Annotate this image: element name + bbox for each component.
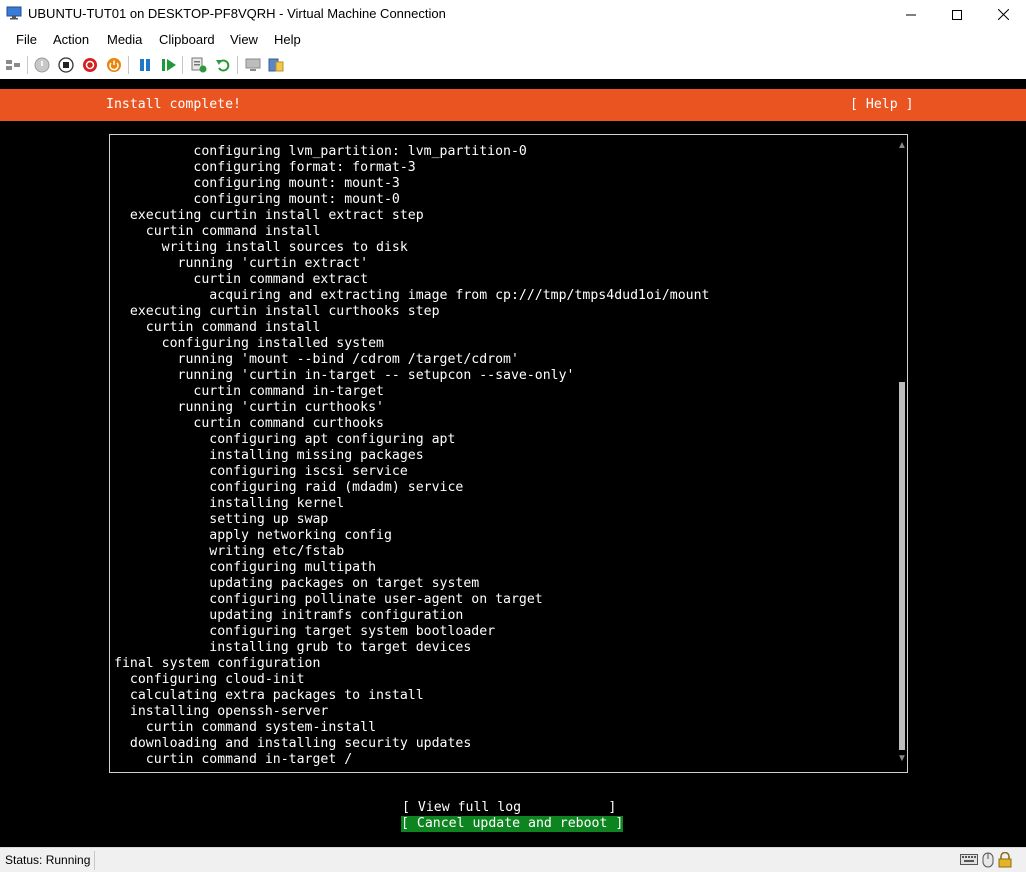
log-scrollbar-thumb[interactable] bbox=[899, 382, 905, 750]
log-line: installing missing packages bbox=[114, 448, 424, 463]
shut-down-icon[interactable] bbox=[82, 57, 98, 73]
menu-clipboard[interactable]: Clipboard bbox=[159, 32, 215, 47]
log-line: curtin command install bbox=[114, 320, 321, 335]
keyboard-icon bbox=[960, 854, 978, 865]
log-line: downloading and installing security upda… bbox=[114, 736, 472, 751]
log-line: configuring cloud-init bbox=[114, 672, 305, 687]
menu-file[interactable]: File bbox=[16, 32, 37, 47]
log-line: installing kernel bbox=[114, 496, 345, 511]
minimize-icon bbox=[906, 14, 916, 15]
log-line: configuring multipath bbox=[114, 560, 377, 575]
scroll-down-arrow-icon[interactable]: ▼ bbox=[897, 754, 907, 764]
log-line: curtin command system-install bbox=[114, 720, 377, 735]
log-line: updating initramfs configuration bbox=[114, 608, 464, 623]
lock-icon bbox=[998, 852, 1012, 868]
log-line: writing install sources to disk bbox=[114, 240, 408, 255]
log-line: configuring pollinate user-agent on targ… bbox=[114, 592, 543, 607]
log-line: configuring installed system bbox=[114, 336, 384, 351]
title-bar[interactable]: UBUNTU-TUT01 on DESKTOP-PF8VQRH - Virtua… bbox=[0, 0, 1026, 29]
log-line: curtin command install bbox=[114, 224, 321, 239]
install-log: configuring lvm_partition: lvm_partition… bbox=[114, 144, 709, 768]
vm-monitor-icon bbox=[6, 6, 22, 20]
log-line: writing etc/fstab bbox=[114, 544, 345, 559]
help-button[interactable]: [ Help ] bbox=[850, 97, 914, 113]
maximize-icon bbox=[952, 9, 962, 20]
ctrl-alt-del-icon[interactable] bbox=[5, 57, 21, 73]
log-line: configuring raid (mdadm) service bbox=[114, 480, 464, 495]
log-line: executing curtin install extract step bbox=[114, 208, 424, 223]
view-full-log-button[interactable]: [ View full log ] bbox=[402, 800, 616, 816]
toolbar-separator bbox=[237, 56, 238, 74]
window-title: UBUNTU-TUT01 on DESKTOP-PF8VQRH - Virtua… bbox=[28, 6, 446, 21]
log-line: curtin command extract bbox=[114, 272, 369, 287]
log-line: final system configuration bbox=[114, 656, 321, 671]
start-icon[interactable] bbox=[34, 57, 50, 73]
mouse-icon bbox=[982, 852, 994, 868]
status-divider bbox=[94, 851, 95, 870]
log-line: configuring mount: mount-0 bbox=[114, 192, 400, 207]
log-line: configuring target system bootloader bbox=[114, 624, 496, 639]
log-line: running 'mount --bind /cdrom /target/cdr… bbox=[114, 352, 519, 367]
enhanced-session-icon[interactable] bbox=[245, 57, 261, 73]
share-icon[interactable] bbox=[268, 57, 284, 73]
log-line: configuring iscsi service bbox=[114, 464, 408, 479]
toolbar-separator bbox=[128, 56, 129, 74]
log-line: acquiring and extracting image from cp:/… bbox=[114, 288, 710, 303]
menu-help[interactable]: Help bbox=[274, 32, 301, 47]
scroll-up-arrow-icon[interactable]: ▲ bbox=[897, 141, 907, 151]
log-line: running 'curtin curthooks' bbox=[114, 400, 384, 415]
status-bar: Status: Running bbox=[0, 847, 1026, 872]
cancel-update-and-reboot-button[interactable]: [ Cancel update and reboot ] bbox=[401, 816, 624, 832]
install-status-title: Install complete! bbox=[106, 97, 241, 112]
log-line: apply networking config bbox=[114, 528, 392, 543]
log-line: setting up swap bbox=[114, 512, 329, 527]
installer-header: Install complete! [ Help ] bbox=[0, 89, 1026, 121]
log-line: configuring mount: mount-3 bbox=[114, 176, 400, 191]
log-line: curtin command in-target bbox=[114, 384, 384, 399]
log-line: calculating extra packages to install bbox=[114, 688, 424, 703]
toolbar bbox=[0, 51, 1026, 79]
revert-icon[interactable] bbox=[215, 57, 231, 73]
menu-action[interactable]: Action bbox=[53, 32, 89, 47]
log-line: configuring lvm_partition: lvm_partition… bbox=[114, 144, 527, 159]
log-line: executing curtin install curthooks step bbox=[114, 304, 440, 319]
turn-off-icon[interactable] bbox=[58, 57, 74, 73]
resume-icon[interactable] bbox=[161, 57, 177, 73]
pause-icon[interactable] bbox=[137, 57, 153, 73]
save-icon[interactable] bbox=[106, 57, 122, 73]
checkpoint-icon[interactable] bbox=[191, 57, 207, 73]
log-line: configuring format: format-3 bbox=[114, 160, 416, 175]
maximize-button[interactable] bbox=[934, 0, 980, 29]
close-button[interactable] bbox=[980, 0, 1026, 29]
log-line: installing grub to target devices bbox=[114, 640, 472, 655]
vm-status: Status: Running bbox=[5, 853, 91, 867]
toolbar-separator bbox=[27, 56, 28, 74]
log-line: curtin command curthooks bbox=[114, 416, 384, 431]
log-line: configuring apt configuring apt bbox=[114, 432, 456, 447]
log-line: curtin command in-target / bbox=[114, 752, 353, 767]
menu-bar: File Action Media Clipboard View Help bbox=[0, 29, 1026, 51]
menu-view[interactable]: View bbox=[230, 32, 258, 47]
install-log-box[interactable]: configuring lvm_partition: lvm_partition… bbox=[109, 134, 908, 773]
log-line: running 'curtin extract' bbox=[114, 256, 369, 271]
log-line: updating packages on target system bbox=[114, 576, 480, 591]
toolbar-separator bbox=[182, 56, 183, 74]
vm-screen[interactable]: Install complete! [ Help ] configuring l… bbox=[0, 79, 1026, 847]
minimize-button[interactable] bbox=[888, 0, 934, 29]
log-line: installing openssh-server bbox=[114, 704, 329, 719]
log-line: running 'curtin in-target -- setupcon --… bbox=[114, 368, 575, 383]
close-icon bbox=[997, 9, 1009, 20]
menu-media[interactable]: Media bbox=[107, 32, 142, 47]
